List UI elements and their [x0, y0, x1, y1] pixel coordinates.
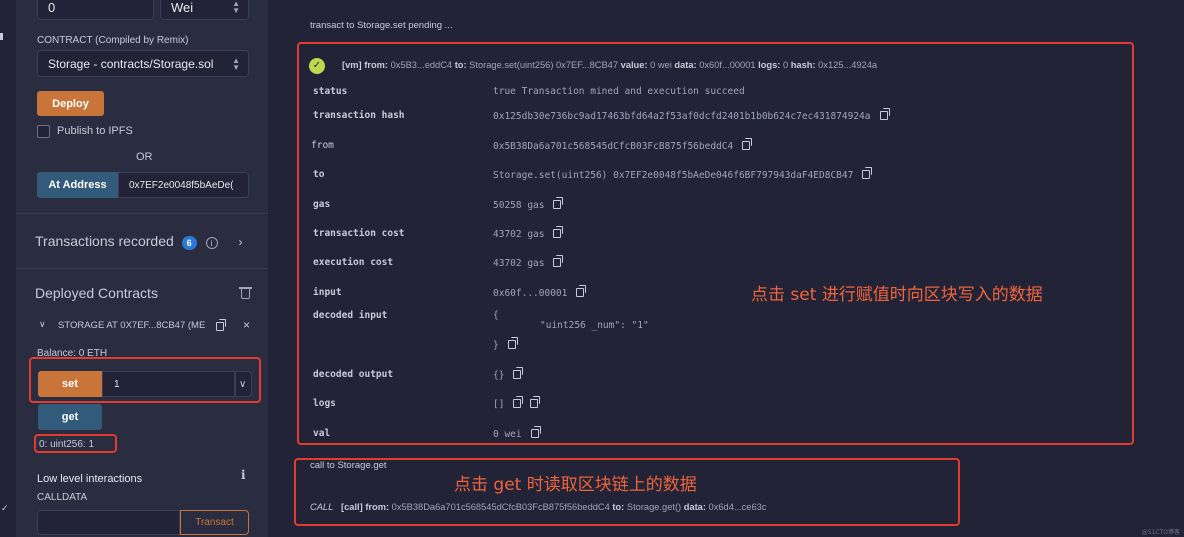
set-tx-highlight-box	[297, 42, 1134, 445]
decoded-input-key: decoded input	[313, 310, 388, 321]
publish-ipfs-label: Publish to IPFS	[57, 125, 133, 137]
copy-icon[interactable]	[553, 255, 564, 267]
success-check-icon: ✓	[309, 58, 325, 74]
deployed-contracts-title: Deployed Contracts	[35, 285, 158, 301]
from-value: 0x5B38Da6a701c568545dCfcB03FcB875f56bedd…	[493, 138, 753, 152]
set-annotation: 点击 set 进行赋值时向区块写入的数据	[751, 285, 1043, 305]
copy-icon[interactable]	[530, 426, 541, 438]
copy-icon[interactable]	[553, 197, 564, 209]
val-value: 0 wei	[493, 426, 541, 440]
calldata-input[interactable]	[37, 510, 180, 535]
icon-panel: ✓	[0, 0, 16, 537]
tx-cost-key: transaction cost	[313, 228, 405, 239]
unit-select[interactable]: Wei ▲ ▼	[160, 0, 249, 20]
or-label: OR	[136, 151, 153, 163]
status-value: true Transaction mined and execution suc…	[493, 86, 745, 97]
select-arrows-icon: ▲ ▼	[232, 55, 240, 72]
tx-summary[interactable]: [vm] from: 0x5B3...eddC4 to: Storage.set…	[342, 60, 877, 70]
info-icon[interactable]: i	[205, 237, 218, 249]
transactions-recorded-title[interactable]: Transactions recorded 6 i ›	[35, 233, 242, 250]
to-key: to	[313, 169, 325, 180]
logs-key: logs	[313, 398, 336, 409]
calldata-label: CALLDATA	[37, 492, 88, 503]
pending-line: transact to Storage.set pending ...	[310, 20, 453, 31]
decoded-output-key: decoded output	[313, 369, 394, 380]
gas-key: gas	[313, 199, 331, 210]
panel-divider[interactable]	[268, 0, 276, 537]
from-key: from	[311, 140, 334, 151]
exec-cost-key: execution cost	[313, 257, 394, 268]
get-annotation: 点击 get 时读取区块链上的数据	[454, 475, 697, 495]
logs-value: []	[493, 396, 541, 410]
input-key: input	[313, 287, 342, 298]
contract-select[interactable]: Storage - contracts/Storage.sol ▲ ▼	[37, 50, 249, 77]
copy-icon[interactable]	[879, 108, 890, 120]
copy-icon[interactable]	[513, 367, 524, 379]
status-key: status	[313, 86, 348, 97]
decoded-output-value: {}	[493, 367, 524, 381]
tx-cost-value: 43702 gas	[493, 226, 564, 240]
info-icon[interactable]: i	[241, 468, 246, 482]
get-button[interactable]: get	[38, 404, 102, 430]
copy-icon[interactable]	[513, 396, 524, 408]
set-highlight-box	[29, 357, 261, 403]
call-line: call to Storage.get	[310, 460, 387, 471]
decoded-input-close: }	[493, 337, 518, 351]
input-value: 0x60f...00001	[493, 285, 587, 299]
trash-icon[interactable]	[241, 289, 250, 299]
copy-icon[interactable]	[862, 167, 873, 179]
exec-cost-value: 43702 gas	[493, 255, 564, 269]
deploy-button[interactable]: Deploy	[37, 91, 104, 116]
low-level-title: Low level interactions	[37, 473, 143, 485]
section-divider	[16, 213, 268, 214]
at-address-input[interactable]: 0x7EF2e0048f5bAeDe(	[118, 172, 249, 198]
contract-label: CONTRACT (Compiled by Remix)	[37, 35, 189, 46]
transactions-count-badge: 6	[181, 236, 197, 250]
decoded-input-body: "uint256 _num": "1"	[540, 320, 649, 331]
close-icon[interactable]: ×	[243, 318, 250, 332]
at-address-button[interactable]: At Address	[37, 172, 118, 198]
decoded-input-open: {	[493, 310, 499, 321]
watermark: @51CTO博客	[1141, 529, 1180, 536]
chevron-right-icon[interactable]: ›	[238, 235, 242, 249]
contract-instance-label[interactable]: STORAGE AT 0X7EF...8CB47 (ME	[58, 320, 205, 331]
copy-icon[interactable]	[742, 138, 753, 150]
copy-icon[interactable]	[530, 396, 541, 408]
copy-icon[interactable]	[507, 337, 518, 349]
select-arrows-icon: ▲ ▼	[232, 0, 240, 15]
section-divider	[16, 268, 268, 269]
copy-icon[interactable]	[576, 285, 587, 297]
val-key: val	[313, 428, 331, 439]
panel-marker	[0, 33, 3, 40]
publish-ipfs-checkbox[interactable]	[37, 125, 50, 138]
gas-value: 50258 gas	[493, 197, 564, 211]
chevron-down-icon[interactable]: ∨	[39, 319, 46, 330]
trash-lid	[239, 287, 252, 289]
copy-icon[interactable]	[553, 226, 564, 238]
call-summary[interactable]: CALL [call] from: 0x5B38Da6a701c568545dC…	[310, 502, 766, 512]
value-input[interactable]: 0	[37, 0, 154, 20]
panel-chevron-icon[interactable]: ✓	[1, 503, 9, 514]
tx-hash-value: 0x125db30e736bc9ad17463bfd64a2f53af0dcfd…	[493, 108, 890, 122]
get-result-highlight-box	[34, 434, 117, 453]
tx-hash-key: transaction hash	[313, 110, 405, 121]
transact-button[interactable]: Transact	[180, 510, 249, 535]
to-value: Storage.set(uint256) 0x7EF2e0048f5bAeDe0…	[493, 167, 873, 181]
copy-icon[interactable]	[216, 319, 226, 331]
